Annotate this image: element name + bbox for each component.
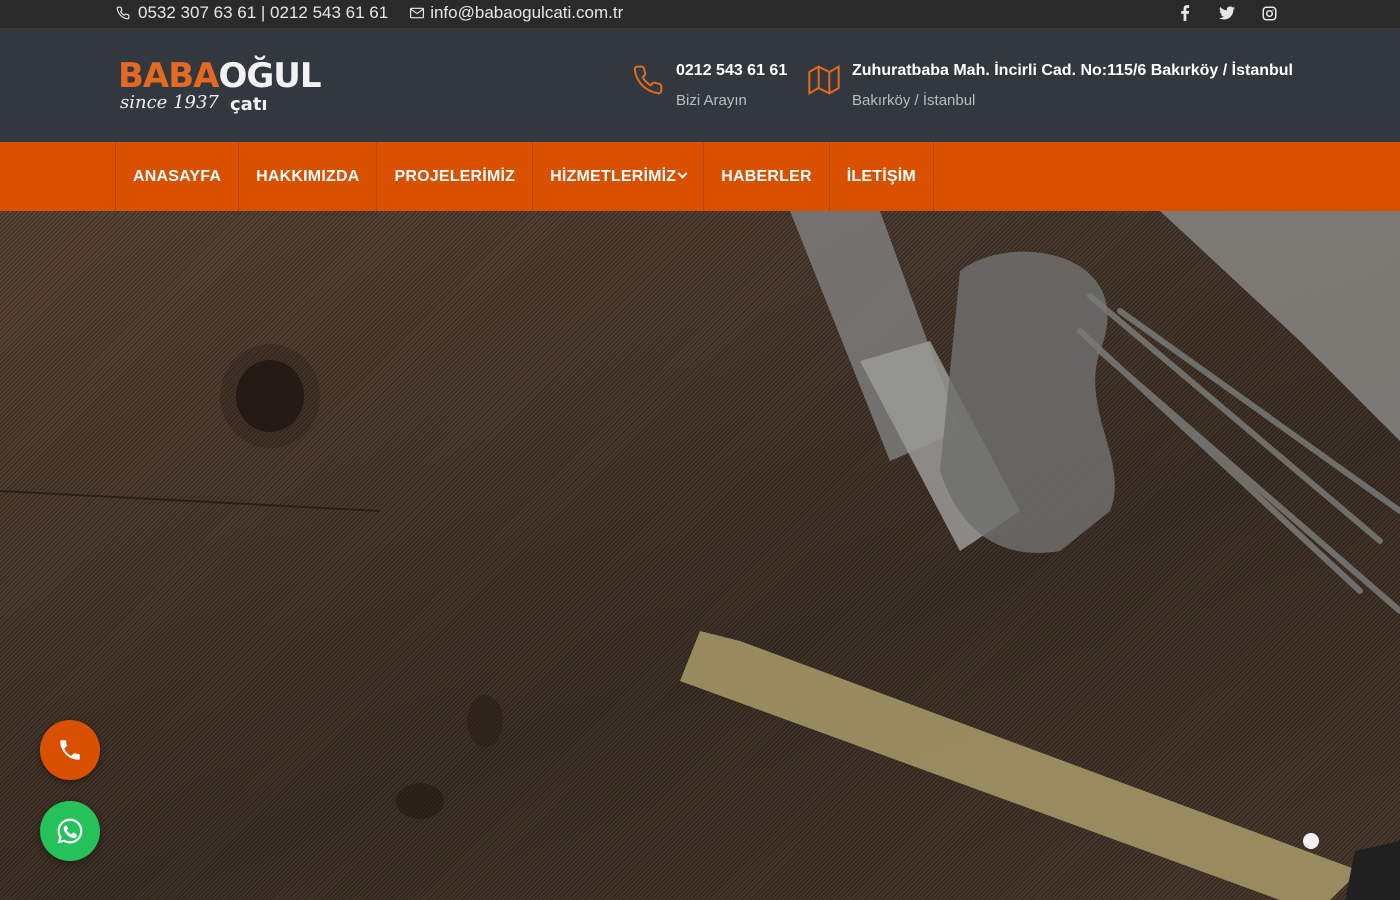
header-address-sub: Bakırköy / İstanbul [852, 92, 976, 109]
instagram-icon[interactable] [1260, 4, 1278, 22]
nav-item-haberler[interactable]: HABERLER [704, 142, 830, 211]
logo-part-ogul: OĞUL [218, 56, 321, 96]
nav-label: İLETİŞİM [846, 167, 916, 185]
nav-label: ANASAYFA [133, 167, 222, 185]
phone-icon [116, 6, 130, 20]
header-phone-block: 0212 543 61 61 Bizi Arayın [632, 62, 787, 110]
nav-item-anasayfa[interactable]: ANASAYFA [116, 142, 240, 211]
nav-label: HAKKIMIZDA [256, 167, 360, 185]
facebook-icon[interactable] [1176, 4, 1194, 22]
whatsapp-icon [57, 818, 83, 844]
call-button[interactable] [40, 720, 100, 780]
header-phone-number[interactable]: 0212 543 61 61 [676, 62, 787, 80]
map-icon [808, 64, 840, 96]
nav-item-projelerimiz[interactable]: PROJELERİMİZ [377, 142, 534, 211]
top-bar: 0532 307 63 61 | 0212 543 61 61 info@bab… [0, 0, 1400, 28]
main-nav: ANASAYFA HAKKIMIZDA PROJELERİMİZ HİZMETL… [0, 142, 1400, 211]
top-contact: 0532 307 63 61 | 0212 543 61 61 info@bab… [116, 3, 623, 23]
nav-item-hizmetlerimiz[interactable]: HİZMETLERİMİZ [533, 142, 705, 211]
slider-dot[interactable] [1303, 833, 1319, 849]
nav-label: HİZMETLERİMİZ [550, 167, 677, 185]
hero-slider [0, 211, 1400, 900]
nav-label: PROJELERİMİZ [394, 167, 516, 185]
nav-item-hakkimizda[interactable]: HAKKIMIZDA [239, 142, 378, 211]
header-phone-sub: Bizi Arayın [676, 92, 747, 109]
phone-icon [60, 740, 80, 760]
nav-label: HABERLER [721, 167, 812, 185]
chevron-down-icon [677, 168, 688, 179]
top-phones[interactable]: 0532 307 63 61 | 0212 543 61 61 [138, 3, 388, 23]
logo-since: since 1937 [120, 92, 219, 113]
logo[interactable]: BABAOĞUL since 1937 çatı [118, 56, 322, 120]
mail-icon [410, 7, 425, 19]
whatsapp-button[interactable] [40, 801, 100, 861]
nav-item-iletisim[interactable]: İLETİŞİM [830, 142, 934, 211]
site-header: BABAOĞUL since 1937 çatı 0212 543 61 61 … [0, 28, 1400, 142]
hero-image [0, 211, 1400, 900]
logo-sub: çatı [230, 94, 268, 115]
header-address-block: Zuhuratbaba Mah. İncirli Cad. No:115/6 B… [808, 62, 1293, 110]
social-links [1176, 4, 1278, 22]
header-address: Zuhuratbaba Mah. İncirli Cad. No:115/6 B… [852, 62, 1293, 79]
phone-icon [632, 64, 664, 96]
twitter-icon[interactable] [1218, 4, 1236, 22]
top-email[interactable]: info@babaogulcati.com.tr [430, 3, 623, 23]
logo-part-baba: BABA [118, 56, 219, 96]
